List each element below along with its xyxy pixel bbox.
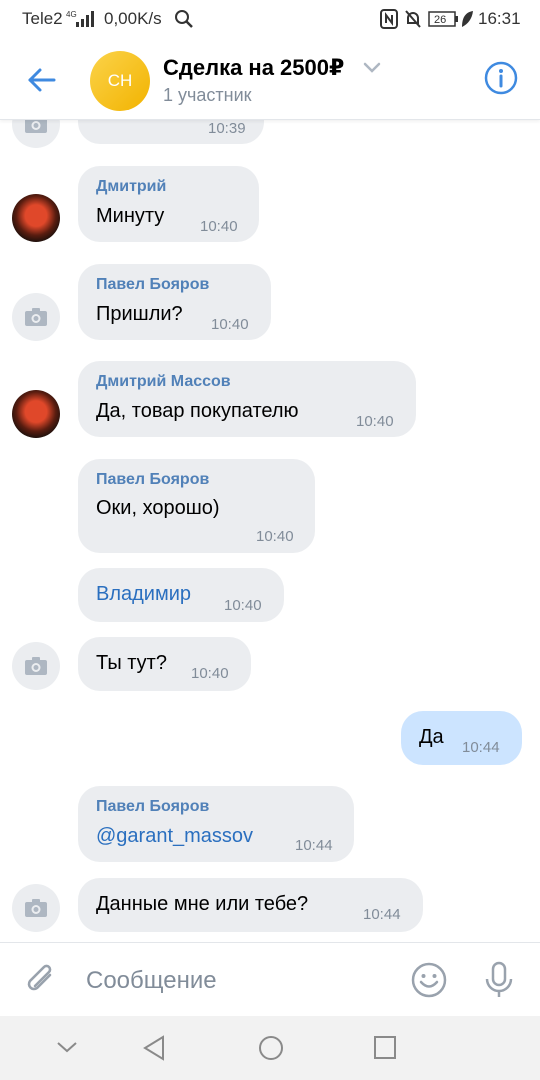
chat-header: СН Сделка на 2500₽ 1 участник bbox=[0, 38, 540, 120]
user-photo[interactable] bbox=[12, 390, 60, 438]
chat-title[interactable]: Сделка на 2500₽ bbox=[163, 55, 344, 81]
message-text: Ты тут? bbox=[96, 652, 167, 674]
message-bubble[interactable]: Павел Бояров Пришли? 10:40 bbox=[78, 264, 271, 340]
sender-name[interactable]: Павел Бояров bbox=[96, 798, 209, 816]
message-text: Оки, хорошо) bbox=[96, 497, 220, 519]
message-time: 10:40 bbox=[256, 528, 294, 545]
participants-count[interactable]: 1 участник bbox=[163, 85, 252, 106]
info-icon bbox=[484, 61, 518, 95]
nav-back-icon[interactable] bbox=[142, 1034, 166, 1062]
hide-keyboard-icon[interactable] bbox=[56, 1040, 78, 1054]
nav-home-icon[interactable] bbox=[257, 1034, 285, 1062]
avatar[interactable] bbox=[12, 293, 60, 341]
message-time: 10:39 bbox=[208, 120, 246, 137]
camera-icon bbox=[25, 899, 47, 917]
message-text: Да, товар покупателю bbox=[96, 400, 299, 422]
message-time: 10:40 bbox=[191, 665, 229, 682]
message-bubble[interactable]: Дмитрий Массов Да, товар покупателю 10:4… bbox=[78, 361, 416, 437]
message-bubble[interactable]: Павел Бояров @garant_massov 10:44 bbox=[78, 786, 354, 862]
message-time: 10:40 bbox=[211, 316, 249, 333]
emoji-icon[interactable] bbox=[410, 961, 448, 999]
chat-avatar[interactable]: СН bbox=[90, 51, 150, 111]
message-time: 10:44 bbox=[462, 739, 500, 756]
message-composer: Сообщение bbox=[0, 942, 540, 1016]
message-time: 10:40 bbox=[356, 413, 394, 430]
message-bubble[interactable]: Дмитрий Минуту 10:40 bbox=[78, 166, 259, 242]
paperclip-icon[interactable] bbox=[22, 961, 60, 999]
message-bubble[interactable]: Владимир 10:40 bbox=[78, 568, 284, 622]
nav-recents-icon[interactable] bbox=[373, 1034, 397, 1062]
message-time: 10:44 bbox=[295, 837, 333, 854]
info-button[interactable] bbox=[483, 60, 519, 96]
system-navigation-bar bbox=[0, 1016, 540, 1080]
message-text: Минуту bbox=[96, 205, 165, 227]
message-text: Пришли? bbox=[96, 303, 183, 325]
avatar[interactable] bbox=[12, 642, 60, 690]
microphone-icon[interactable] bbox=[483, 961, 515, 999]
user-photo[interactable] bbox=[12, 194, 60, 242]
sender-name[interactable]: Павел Бояров bbox=[96, 471, 209, 489]
arrow-left-icon bbox=[28, 68, 56, 92]
message-list[interactable]: 10:39 Дмитрий Минуту 10:40 Павел Бояров … bbox=[0, 0, 540, 942]
back-button[interactable] bbox=[22, 60, 62, 100]
message-text: Да bbox=[419, 726, 444, 748]
avatar[interactable] bbox=[12, 884, 60, 932]
sender-name[interactable]: Дмитрий bbox=[96, 178, 166, 196]
message-time: 10:44 bbox=[363, 906, 401, 923]
message-link[interactable]: Владимир bbox=[96, 583, 191, 606]
camera-icon bbox=[25, 657, 47, 675]
sender-name[interactable]: Дмитрий Массов bbox=[96, 373, 231, 391]
chevron-down-icon[interactable] bbox=[363, 62, 381, 74]
outgoing-message-bubble[interactable]: Да 10:44 bbox=[401, 711, 522, 765]
message-bubble[interactable]: Павел Бояров Оки, хорошо) 10:40 bbox=[78, 459, 315, 553]
message-time: 10:40 bbox=[224, 597, 262, 614]
mention-link[interactable]: @garant_massov bbox=[96, 825, 253, 848]
sender-name[interactable]: Павел Бояров bbox=[96, 276, 209, 294]
message-bubble[interactable]: Данные мне или тебе? 10:44 bbox=[78, 878, 423, 932]
message-input[interactable]: Сообщение bbox=[86, 967, 217, 995]
camera-icon bbox=[25, 308, 47, 326]
message-text: Данные мне или тебе? bbox=[96, 893, 309, 915]
message-bubble[interactable]: Ты тут? 10:40 bbox=[78, 637, 251, 691]
message-time: 10:40 bbox=[200, 218, 238, 235]
